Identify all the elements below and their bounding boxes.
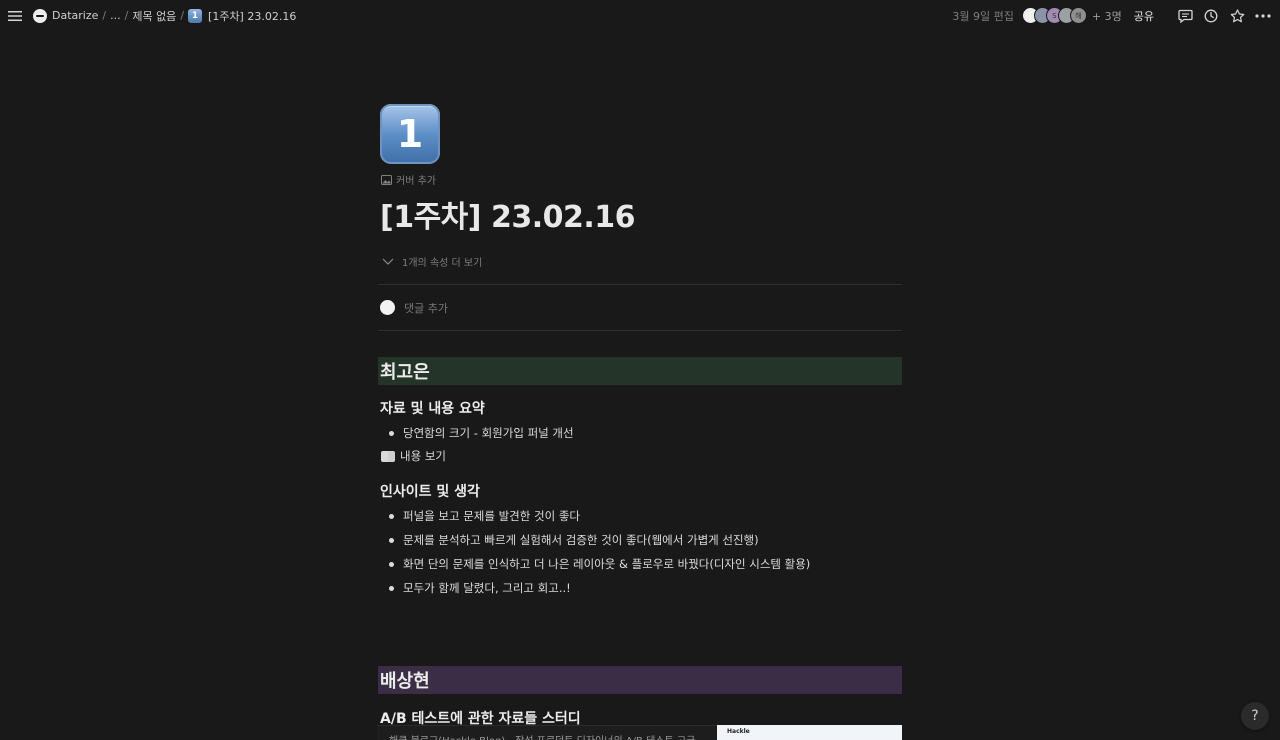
breadcrumb: Datarize / ... / 제목 없음 / 1 [1주차] 23.02.1… [30,6,299,26]
page-title[interactable]: [1주차] 23.02.16 [380,192,902,236]
add-cover-label: 커버 추가 [396,176,436,187]
keycap-one-icon: 1 [188,8,203,23]
breadcrumb-separator: / [180,9,185,22]
last-edited-text[interactable]: 3월 9일 편집 [952,8,1013,24]
toggle-label: 내용 보기 [400,449,446,463]
help-button[interactable]: ? [1241,702,1269,730]
breadcrumb-parent-page[interactable]: 제목 없음 [129,6,179,26]
chevron-down-icon [382,258,394,265]
comments-icon[interactable] [1176,7,1194,25]
top-bar: Datarize / ... / 제목 없음 / 1 [1주차] 23.02.1… [0,0,1280,31]
bullet-icon [389,561,394,567]
breadcrumb-label: ... [110,9,121,22]
bookmark-thumbnail: Hackle [717,725,902,740]
list-item[interactable]: 모두가 함께 달렸다, 그리고 회고..! [380,576,902,600]
avatar [380,300,395,315]
list-item[interactable]: 당연함의 크기 - 회원가입 퍼널 개선 [380,421,902,445]
section-heading-2[interactable]: 배상현 [378,666,902,694]
comment-input[interactable]: 댓글 추가 [404,300,448,316]
breadcrumb-label: [1주차] 23.02.16 [208,9,297,23]
more-collaborators-count[interactable]: + 3명 [1092,8,1122,24]
topbar-actions: 3월 9일 편집 S 해 + 3명 공유 [952,7,1272,25]
breadcrumb-separator: / [102,9,107,22]
section-heading-1[interactable]: 최고은 [378,357,902,385]
image-icon [381,174,392,185]
bullet-icon [389,513,394,519]
bullet-icon [389,537,394,543]
subheading-insights[interactable]: 인사이트 및 생각 [380,481,902,501]
more-options-icon[interactable] [1254,7,1272,25]
avatar[interactable]: 해 [1069,7,1087,24]
page-content: 1 커버 추가 [1주차] 23.02.16 1개의 속성 더 보기 댓글 추가… [378,100,902,728]
list-item[interactable]: 문제를 분석하고 빠르게 실험해서 검증한 것이 좋다(웹에서 가볍게 선진행) [380,528,902,552]
share-button[interactable]: 공유 [1134,8,1154,24]
bullet-icon [389,585,394,591]
history-clock-icon[interactable] [1202,7,1220,25]
open-book-icon [381,450,395,462]
list-item-text: 퍼널을 보고 문제를 발견한 것이 좋다 [403,509,580,523]
favorite-star-icon[interactable] [1228,7,1246,25]
list-item[interactable]: 퍼널을 보고 문제를 발견한 것이 좋다 [380,504,902,528]
summary-list: 당연함의 크기 - 회원가입 퍼널 개선 [380,421,902,445]
list-item-text: 화면 단의 문제를 인식하고 더 나은 레이아웃 & 플로우로 바꿨다(디자인 … [403,557,811,571]
add-comment-row[interactable]: 댓글 추가 [378,285,902,330]
page-icon[interactable]: 1 [380,104,440,164]
list-item-text: 모두가 함께 달렸다, 그리고 회고..! [403,581,571,595]
properties-toggle[interactable]: 1개의 속성 더 보기 [382,254,902,269]
divider [378,330,902,331]
list-item-text: 문제를 분석하고 빠르게 실험해서 검증한 것이 좋다(웹에서 가볍게 선진행) [403,533,759,547]
bullet-icon [389,430,394,436]
breadcrumb-label: 제목 없음 [132,9,177,23]
toggle-block[interactable]: 내용 보기 [381,445,902,467]
bookmark-title: 해클 블로그(Hackle Blog) - 작성 프로덕트 디자이너의 A/B … [377,725,717,740]
breadcrumb-label: Datarize [52,9,99,22]
list-item-text: 당연함의 크기 - 회원가입 퍼널 개선 [403,426,574,440]
breadcrumb-workspace[interactable]: Datarize [30,7,101,25]
add-cover-button[interactable]: 커버 추가 [381,172,902,187]
bookmark-thumbnail-label: Hackle [727,728,750,735]
breadcrumb-current-page[interactable]: 1 [1주차] 23.02.16 [185,6,299,26]
breadcrumb-separator: / [124,9,129,22]
list-item[interactable]: 화면 단의 문제를 인식하고 더 나은 레이아웃 & 플로우로 바꿨다(디자인 … [380,552,902,576]
collaborator-avatars[interactable]: S 해 [1021,7,1087,24]
workspace-logo-icon [33,8,47,23]
subheading-summary[interactable]: 자료 및 내용 요약 [380,398,902,418]
insights-list: 퍼널을 보고 문제를 발견한 것이 좋다 문제를 분석하고 빠르게 실험해서 검… [380,504,902,600]
bookmark-embed[interactable]: 해클 블로그(Hackle Blog) - 작성 프로덕트 디자이너의 A/B … [377,725,902,740]
breadcrumb-ellipsis[interactable]: ... [107,7,124,24]
sidebar-menu-icon[interactable] [8,10,22,22]
properties-toggle-label: 1개의 속성 더 보기 [402,258,483,269]
